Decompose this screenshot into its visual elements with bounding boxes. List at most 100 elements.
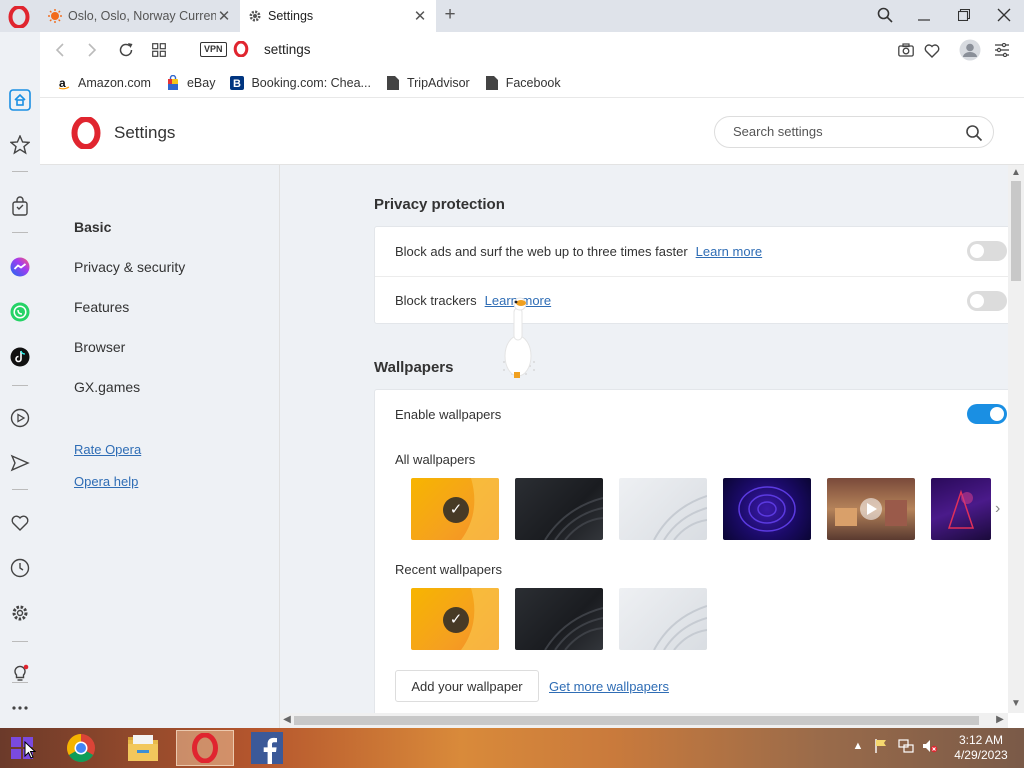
back-button[interactable] (50, 40, 70, 60)
close-icon[interactable]: ✕ (412, 8, 428, 25)
tab-weather[interactable]: Oslo, Oslo, Norway Current ✕ (40, 0, 240, 32)
bookmark-facebook[interactable]: Facebook (484, 75, 561, 91)
opera-menu-icon[interactable] (8, 6, 30, 28)
search-settings-input[interactable] (733, 124, 953, 139)
bookmark-heart-icon[interactable] (922, 40, 942, 60)
restore-button[interactable] (951, 4, 977, 26)
vertical-scrollbar[interactable]: ▲ ▼ (1008, 165, 1024, 713)
wallpaper-thumb-dark[interactable] (515, 478, 603, 540)
bookmark-ebay[interactable]: eBay (165, 74, 216, 91)
horizontal-scrollbar[interactable]: ◀ ▶ (280, 713, 1008, 728)
camera-icon[interactable] (896, 40, 916, 60)
bookmark-tripadvisor[interactable]: TripAdvisor (385, 75, 470, 91)
player-icon[interactable] (8, 406, 32, 430)
bookmark-label: Amazon.com (78, 75, 151, 90)
settings-icon[interactable] (8, 601, 32, 625)
url-text[interactable]: settings (264, 42, 311, 57)
settings-main: Privacy protection Block ads and surf th… (280, 165, 1008, 713)
wallpapers-section-title: Wallpapers (374, 359, 454, 376)
profile-avatar-icon[interactable] (959, 39, 981, 61)
enable-wallpapers-toggle[interactable] (967, 404, 1007, 424)
network-icon[interactable] (898, 738, 914, 754)
recent-wallpaper-thumb-yellow[interactable]: ✓ (411, 588, 499, 650)
nav-item-gx-games[interactable]: GX.games (74, 379, 140, 395)
start-button[interactable] (0, 730, 44, 766)
scroll-up-icon[interactable]: ▲ (1010, 167, 1022, 179)
page-icon (484, 75, 500, 91)
bookmark-label: eBay (186, 75, 216, 90)
wallpaper-thumb-yellow[interactable]: ✓ (411, 478, 499, 540)
sidebar-divider (12, 171, 28, 172)
toggle-knob (970, 244, 984, 258)
tab-search-icon[interactable] (872, 4, 898, 26)
forward-button[interactable] (82, 40, 102, 60)
recent-wallpaper-thumb-light[interactable] (619, 588, 707, 650)
messenger-icon[interactable] (8, 255, 32, 279)
rate-opera-link[interactable]: Rate Opera (74, 442, 141, 457)
vpn-badge[interactable]: VPN (200, 42, 227, 57)
opera-taskbar-icon[interactable] (176, 730, 234, 766)
nav-item-privacy-security[interactable]: Privacy & security (74, 259, 185, 275)
scroll-thumb[interactable] (294, 716, 979, 725)
whatsapp-icon[interactable] (8, 300, 32, 324)
file-explorer-taskbar-icon[interactable] (114, 730, 172, 766)
speed-dial-icon[interactable] (8, 133, 32, 157)
bookmark-label: TripAdvisor (406, 75, 470, 90)
recent-wallpapers-label: Recent wallpapers (395, 562, 502, 577)
send-icon[interactable] (8, 451, 32, 475)
show-hidden-icons-icon[interactable]: ▲ (850, 738, 866, 754)
close-window-button[interactable] (991, 4, 1017, 26)
close-icon[interactable]: ✕ (216, 8, 232, 25)
tab-settings[interactable]: Settings ✕ (240, 0, 436, 32)
reload-button[interactable] (116, 40, 136, 60)
easy-setup-icon[interactable] (992, 40, 1012, 60)
action-center-flag-icon[interactable] (874, 738, 890, 754)
heart-icon[interactable] (8, 511, 32, 535)
search-icon[interactable] (965, 124, 983, 142)
toggle-knob (970, 294, 984, 308)
shopping-bag-icon[interactable] (8, 194, 32, 218)
nav-item-browser[interactable]: Browser (74, 339, 125, 355)
facebook-taskbar-icon[interactable] (238, 730, 296, 766)
chevron-right-icon[interactable]: › (995, 501, 1008, 517)
bookmark-label: Booking.com: Chea... (251, 75, 371, 90)
scroll-left-icon[interactable]: ◀ (281, 714, 293, 726)
more-icon[interactable] (8, 696, 32, 720)
address-bar: VPN settings (40, 32, 1024, 68)
chrome-taskbar-icon[interactable] (52, 730, 110, 766)
wallpaper-thumb-video[interactable] (827, 478, 915, 540)
wallpaper-thumb-light[interactable] (619, 478, 707, 540)
sidebar-divider (12, 682, 28, 683)
new-tab-button[interactable]: + (440, 5, 460, 25)
ebay-icon (165, 74, 181, 91)
page-title: Settings (114, 123, 176, 142)
wallpapers-card: Enable wallpapers All wallpapers ✓ › Rec… (374, 389, 1008, 713)
tabs-grid-icon[interactable] (149, 40, 169, 60)
toggle-knob (990, 407, 1004, 421)
settings-nav: Basic Privacy & security Features Browse… (40, 165, 280, 728)
scroll-down-icon[interactable]: ▼ (1010, 698, 1022, 710)
wallpaper-thumb-purple[interactable] (723, 478, 811, 540)
search-settings-box[interactable] (714, 116, 994, 148)
wallpaper-thumb-neon[interactable] (931, 478, 991, 540)
nav-item-features[interactable]: Features (74, 299, 129, 315)
opera-help-link[interactable]: Opera help (74, 474, 138, 489)
tiktok-icon[interactable] (8, 345, 32, 369)
bookmark-booking[interactable]: B Booking.com: Chea... (229, 75, 371, 91)
add-wallpaper-button[interactable]: Add your wallpaper (395, 670, 539, 702)
history-icon[interactable] (8, 556, 32, 580)
scroll-thumb[interactable] (1011, 181, 1021, 281)
bookmark-amazon[interactable]: a Amazon.com (56, 75, 151, 91)
block-ads-label: Block ads and surf the web up to three t… (395, 243, 688, 259)
get-more-wallpapers-link[interactable]: Get more wallpapers (549, 679, 669, 694)
home-icon[interactable] (8, 88, 32, 112)
volume-muted-icon[interactable] (922, 738, 938, 754)
block-ads-learn-more-link[interactable]: Learn more (696, 244, 762, 259)
block-ads-toggle[interactable] (967, 241, 1007, 261)
recent-wallpaper-thumb-dark[interactable] (515, 588, 603, 650)
scroll-right-icon[interactable]: ▶ (994, 714, 1006, 726)
taskbar-clock[interactable]: 3:12 AM 4/29/2023 (950, 733, 1012, 763)
minimize-button[interactable] (911, 4, 937, 26)
nav-item-basic[interactable]: Basic (74, 219, 111, 235)
block-trackers-toggle[interactable] (967, 291, 1007, 311)
